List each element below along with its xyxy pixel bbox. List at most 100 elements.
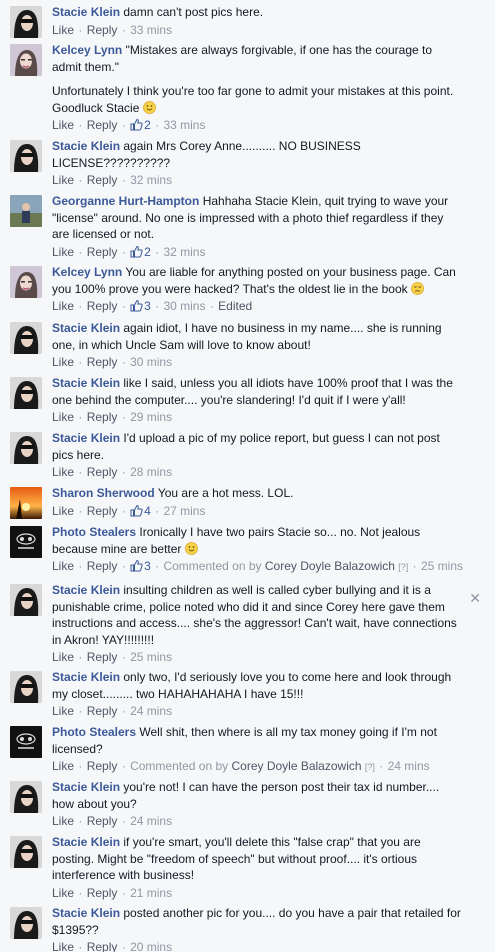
comment-author[interactable]: Georganne Hurt-Hampton bbox=[52, 194, 199, 208]
reply-link[interactable]: Reply bbox=[87, 118, 118, 132]
timestamp[interactable]: 30 mins bbox=[130, 355, 172, 369]
reply-link[interactable]: Reply bbox=[87, 814, 118, 828]
avatar[interactable] bbox=[10, 195, 42, 227]
reply-link[interactable]: Reply bbox=[87, 704, 118, 718]
like-count[interactable]: 4 bbox=[130, 504, 151, 518]
timestamp[interactable]: 33 mins bbox=[130, 23, 172, 37]
like-count[interactable]: 2 bbox=[130, 245, 151, 259]
comment-author[interactable]: Stacie Klein bbox=[52, 835, 120, 849]
avatar[interactable] bbox=[10, 836, 42, 868]
reply-link[interactable]: Reply bbox=[87, 23, 118, 37]
like-link[interactable]: Like bbox=[52, 410, 74, 424]
like-link[interactable]: Like bbox=[52, 245, 74, 259]
timestamp[interactable]: 20 mins bbox=[130, 940, 172, 952]
avatar[interactable] bbox=[10, 6, 42, 38]
timestamp[interactable]: 33 mins bbox=[163, 118, 205, 132]
comment-author[interactable]: Kelcey Lynn bbox=[52, 265, 122, 279]
reply-link[interactable]: Reply bbox=[87, 650, 118, 664]
reply-link[interactable]: Reply bbox=[87, 465, 118, 479]
comment-actions: Like · Reply · Commented on by Corey Doy… bbox=[52, 759, 430, 773]
reply-link[interactable]: Reply bbox=[87, 173, 118, 187]
timestamp[interactable]: 24 mins bbox=[130, 704, 172, 718]
reply-link[interactable]: Reply bbox=[87, 355, 118, 369]
timestamp[interactable]: 27 mins bbox=[163, 504, 205, 518]
timestamp[interactable]: 21 mins bbox=[130, 886, 172, 900]
like-link[interactable]: Like bbox=[52, 465, 74, 479]
avatar[interactable] bbox=[10, 140, 42, 172]
close-icon[interactable]: ✕ bbox=[469, 590, 481, 607]
avatar[interactable] bbox=[10, 671, 42, 703]
avatar[interactable] bbox=[10, 584, 42, 616]
reply-link[interactable]: Reply bbox=[87, 759, 118, 773]
like-link[interactable]: Like bbox=[52, 504, 74, 518]
commenter-link[interactable]: Corey Doyle Balazowich bbox=[265, 559, 395, 573]
like-link[interactable]: Like bbox=[52, 886, 74, 900]
commenter-link[interactable]: Corey Doyle Balazowich bbox=[231, 759, 361, 773]
comment-actions: Like · Reply · 3 · Commented on by Corey… bbox=[52, 559, 463, 573]
avatar[interactable] bbox=[10, 432, 42, 464]
reply-link[interactable]: Reply bbox=[87, 559, 118, 573]
reply-link[interactable]: Reply bbox=[87, 886, 118, 900]
timestamp[interactable]: 25 mins bbox=[421, 559, 463, 573]
avatar[interactable] bbox=[10, 266, 42, 298]
reply-link[interactable]: Reply bbox=[87, 299, 118, 313]
unamused-emoji-icon bbox=[411, 281, 424, 295]
info-link[interactable]: [?] bbox=[398, 562, 408, 572]
comment-author[interactable]: Stacie Klein bbox=[52, 376, 120, 390]
avatar[interactable] bbox=[10, 781, 42, 813]
avatar[interactable] bbox=[10, 487, 42, 519]
comment-author[interactable]: Stacie Klein bbox=[52, 321, 120, 335]
comment-author[interactable]: Photo Stealers bbox=[52, 725, 136, 739]
comment-author[interactable]: Stacie Klein bbox=[52, 670, 120, 684]
comment-actions: Like · Reply · 4 · 27 mins bbox=[52, 503, 206, 518]
comment-actions: Like · Reply · 2 · 32 mins bbox=[52, 244, 206, 259]
avatar[interactable] bbox=[10, 44, 42, 76]
like-count[interactable]: 2 bbox=[130, 118, 151, 132]
timestamp[interactable]: 24 mins bbox=[388, 759, 430, 773]
comment-actions: Like · Reply · 24 mins bbox=[52, 814, 173, 828]
timestamp[interactable]: 32 mins bbox=[163, 245, 205, 259]
comment-text: damn can't post pics here. bbox=[123, 5, 264, 19]
like-count[interactable]: 3 bbox=[130, 559, 151, 573]
like-link[interactable]: Like bbox=[52, 23, 74, 37]
timestamp[interactable]: 25 mins bbox=[130, 650, 172, 664]
comment-author[interactable]: Stacie Klein bbox=[52, 5, 120, 19]
like-link[interactable]: Like bbox=[52, 559, 74, 573]
timestamp[interactable]: 32 mins bbox=[130, 173, 172, 187]
comment-author[interactable]: Photo Stealers bbox=[52, 525, 136, 539]
like-link[interactable]: Like bbox=[52, 355, 74, 369]
timestamp[interactable]: 30 mins bbox=[163, 299, 205, 313]
like-link[interactable]: Like bbox=[52, 759, 74, 773]
timestamp[interactable]: 28 mins bbox=[130, 465, 172, 479]
like-link[interactable]: Like bbox=[52, 118, 74, 132]
like-link[interactable]: Like bbox=[52, 704, 74, 718]
comment-author[interactable]: Stacie Klein bbox=[52, 139, 120, 153]
timestamp[interactable]: 24 mins bbox=[130, 814, 172, 828]
comment-author[interactable]: Stacie Klein bbox=[52, 431, 120, 445]
comment-author[interactable]: Kelcey Lynn bbox=[52, 43, 122, 57]
like-link[interactable]: Like bbox=[52, 299, 74, 313]
comment-author[interactable]: Sharon Sherwood bbox=[52, 486, 155, 500]
avatar[interactable] bbox=[10, 377, 42, 409]
reply-link[interactable]: Reply bbox=[87, 245, 118, 259]
edited-link[interactable]: Edited bbox=[218, 299, 252, 313]
reply-link[interactable]: Reply bbox=[87, 940, 118, 952]
like-link[interactable]: Like bbox=[52, 650, 74, 664]
like-link[interactable]: Like bbox=[52, 940, 74, 952]
like-count[interactable]: 3 bbox=[130, 299, 151, 313]
comment-author[interactable]: Stacie Klein bbox=[52, 583, 120, 597]
reply-link[interactable]: Reply bbox=[87, 410, 118, 424]
like-link[interactable]: Like bbox=[52, 814, 74, 828]
info-link[interactable]: [?] bbox=[365, 762, 375, 772]
reply-link[interactable]: Reply bbox=[87, 504, 118, 518]
comment-author[interactable]: Stacie Klein bbox=[52, 780, 120, 794]
avatar[interactable] bbox=[10, 526, 42, 558]
avatar[interactable] bbox=[10, 907, 42, 939]
avatar[interactable] bbox=[10, 726, 42, 758]
comment-actions: Like · Reply · 28 mins bbox=[52, 465, 173, 479]
smile-emoji-icon bbox=[184, 541, 198, 555]
avatar[interactable] bbox=[10, 322, 42, 354]
comment-author[interactable]: Stacie Klein bbox=[52, 906, 120, 920]
timestamp[interactable]: 29 mins bbox=[130, 410, 172, 424]
like-link[interactable]: Like bbox=[52, 173, 74, 187]
